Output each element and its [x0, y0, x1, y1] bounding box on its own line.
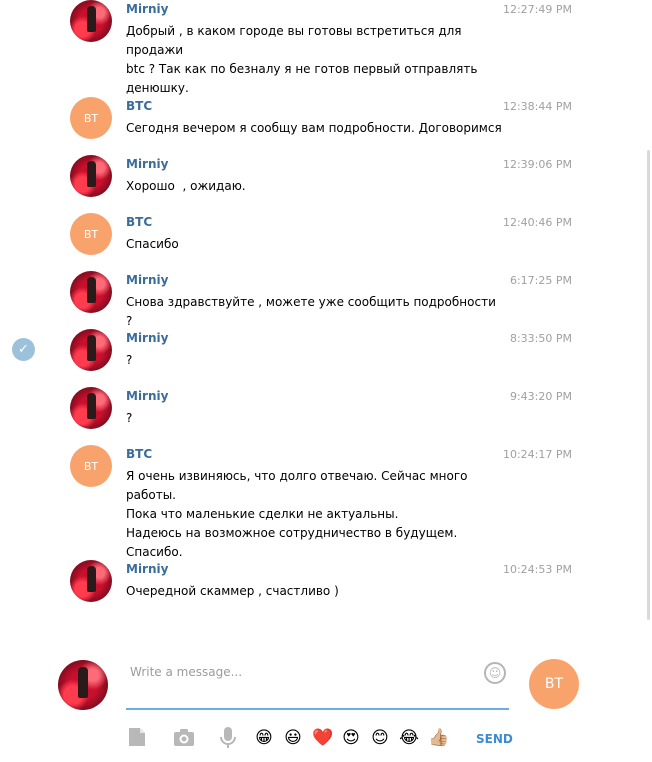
message-time: 12:40:46 PM — [502, 216, 572, 229]
message-line: Я очень извиняюсь, что долго отвечаю. Се… — [126, 469, 468, 502]
message-line: Сегодня вечером я сообщу вам подробности… — [126, 121, 502, 135]
emoji-grin-icon[interactable]: 😁 — [254, 728, 274, 748]
avatar-mirniy[interactable] — [70, 329, 112, 371]
message-line: btc ? Так как по безналу я не готов перв… — [126, 62, 478, 76]
attach-file-icon[interactable] — [126, 726, 150, 750]
message-time: 12:39:06 PM — [502, 158, 572, 171]
sender-name[interactable]: BTC — [126, 99, 152, 113]
message-line: Спасибо. — [126, 545, 183, 559]
sender-name[interactable]: Mirniy — [126, 389, 168, 403]
message-text: Добрый , в каком городе вы готовы встрет… — [126, 22, 506, 98]
message-time: 6:17:25 PM — [509, 274, 572, 287]
emoji-thumbs-up-icon[interactable]: 👍🏼 — [428, 728, 449, 748]
scrollbar[interactable] — [647, 150, 650, 620]
message-time: 10:24:53 PM — [502, 563, 572, 576]
sender-name[interactable]: Mirniy — [126, 331, 168, 345]
message-line: Спасибо — [126, 237, 179, 251]
message-line: денюшку. — [126, 81, 189, 95]
avatar-mirniy[interactable] — [70, 0, 112, 42]
message-text: ? — [126, 351, 506, 370]
sender-name[interactable]: Mirniy — [126, 273, 168, 287]
sender-name[interactable]: BTC — [126, 447, 152, 461]
selected-check-icon[interactable]: ✓ — [12, 338, 35, 361]
camera-icon[interactable] — [172, 726, 196, 750]
message-input[interactable] — [126, 660, 509, 710]
message-time: 10:24:17 PM — [502, 448, 572, 461]
emoji-heart-icon[interactable]: ❤️ — [312, 728, 333, 748]
message-line: Добрый , в каком городе вы готовы встрет… — [126, 24, 462, 57]
avatar-mirniy[interactable] — [70, 155, 112, 197]
emoji-smile-icon[interactable]: 😃 — [283, 728, 303, 748]
message-text: Хорошо , ожидаю. — [126, 177, 506, 196]
emoji-joy-icon[interactable]: 😂 — [399, 728, 419, 748]
message-line: Пока что маленькие сделки не актуальны. — [126, 507, 399, 521]
send-button[interactable]: SEND — [476, 732, 513, 746]
emoji-blush-icon[interactable]: 😊 — [370, 728, 390, 748]
message-text: Снова здравствуйте , можете уже сообщить… — [126, 293, 506, 331]
microphone-icon[interactable] — [218, 726, 242, 750]
message-line: Снова здравствуйте , можете уже сообщить… — [126, 295, 496, 328]
message-line: ? — [126, 353, 133, 367]
emoji-icon[interactable]: ☺ — [484, 662, 506, 684]
avatar-mirniy[interactable] — [70, 560, 112, 602]
message-line: Надеюсь на возможное сотрудничество в бу… — [126, 526, 458, 540]
avatar-btc[interactable]: BT — [70, 97, 112, 139]
self-avatar[interactable] — [58, 660, 108, 710]
emoji-heart-eyes-icon[interactable]: 😍 — [341, 728, 361, 748]
peer-avatar[interactable]: BT — [529, 659, 579, 709]
sender-name[interactable]: Mirniy — [126, 157, 168, 171]
avatar-mirniy[interactable] — [70, 387, 112, 429]
message-text: ? — [126, 409, 506, 428]
sender-name[interactable]: Mirniy — [126, 2, 168, 16]
avatar-btc[interactable]: BT — [70, 445, 112, 487]
message-line: ? — [126, 411, 133, 425]
avatar-mirniy[interactable] — [70, 271, 112, 313]
message-text: Спасибо — [126, 235, 506, 254]
message-time: 12:38:44 PM — [502, 100, 572, 113]
message-text: Сегодня вечером я сообщу вам подробности… — [126, 119, 506, 138]
composer: ☺ BT 😁 😃 ❤️ 😍 😊 😂 👍🏼 SEND — [0, 650, 652, 762]
sender-name[interactable]: Mirniy — [126, 562, 168, 576]
message-text: Я очень извиняюсь, что долго отвечаю. Се… — [126, 467, 506, 562]
message-text: Очередной скаммер , счастливо ) — [126, 582, 506, 601]
composer-toolbar: 😁 😃 ❤️ 😍 😊 😂 👍🏼 SEND — [0, 726, 652, 754]
avatar-btc[interactable]: BT — [70, 213, 112, 255]
message-time: 8:33:50 PM — [509, 332, 572, 345]
message-time: 9:43:20 PM — [509, 390, 572, 403]
message-line: Хорошо , ожидаю. — [126, 179, 246, 193]
message-time: 12:27:49 PM — [502, 3, 572, 16]
sender-name[interactable]: BTC — [126, 215, 152, 229]
message-history[interactable]: ✓ Mirniy 12:27:49 PM Добрый , в каком го… — [0, 0, 652, 650]
message-line: Очередной скаммер , счастливо ) — [126, 584, 339, 598]
